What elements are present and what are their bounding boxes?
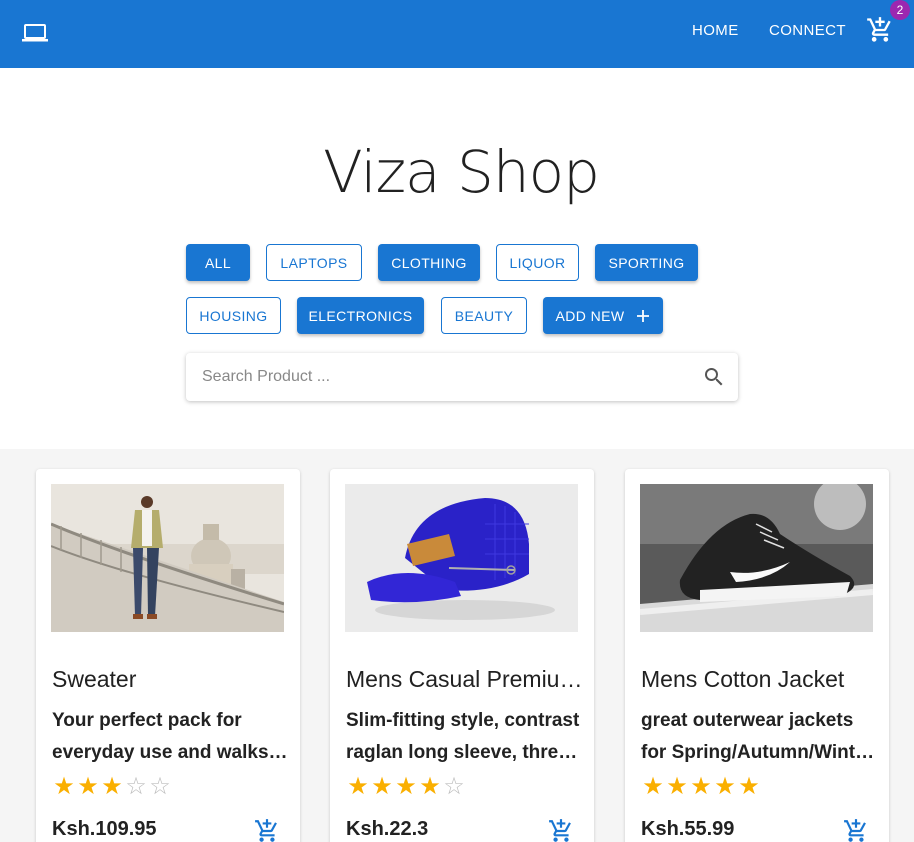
star-empty-icon: ☆	[125, 772, 147, 800]
product-description: great outerwear jackets for Spring/Autum…	[641, 710, 878, 763]
nav-connect-link[interactable]: CONNECT	[769, 22, 846, 40]
cart-button[interactable]	[866, 16, 894, 44]
product-description: Slim-fitting style, contrast raglan long…	[346, 710, 580, 763]
star-filled-icon: ★	[395, 772, 417, 800]
filter-sporting-button[interactable]: SPORTING	[595, 244, 698, 281]
product-image[interactable]	[640, 484, 873, 632]
product-card[interactable]: Mens Cotton Jacket great outerwear jacke…	[625, 469, 889, 842]
product-rating: ★ ★ ★ ★ ★	[641, 773, 761, 799]
cart-count-badge: 2	[890, 0, 910, 20]
add-new-label: ADD NEW	[555, 307, 625, 324]
page-title: Viza Shop	[323, 138, 600, 206]
nav-home-link[interactable]: HOME	[692, 22, 739, 40]
search-icon[interactable]	[702, 365, 726, 389]
filter-housing-button[interactable]: HOUSING	[186, 297, 281, 334]
product-card[interactable]: Sweater Your perfect pack for everyday u…	[36, 469, 300, 842]
product-card[interactable]: Mens Casual Premium Slim Fit T-Shirts Sl…	[330, 469, 594, 842]
add-to-cart-icon[interactable]	[843, 818, 869, 842]
product-image[interactable]	[51, 484, 284, 632]
star-filled-icon: ★	[101, 772, 123, 800]
filter-laptops-button[interactable]: LAPTOPS	[266, 244, 362, 281]
search-bar	[186, 353, 738, 401]
star-filled-icon: ★	[690, 772, 712, 800]
star-filled-icon: ★	[371, 772, 393, 800]
product-description: Your perfect pack for everyday use and w…	[52, 710, 269, 763]
add-new-button[interactable]: ADD NEW	[543, 297, 663, 334]
star-filled-icon: ★	[77, 772, 99, 800]
app-bar: HOME CONNECT 2	[0, 0, 914, 68]
filter-all-button[interactable]: ALL	[186, 244, 250, 281]
star-empty-icon: ☆	[443, 772, 465, 800]
filter-liquor-button[interactable]: LIQUOR	[496, 244, 579, 281]
filter-electronics-button[interactable]: ELECTRONICS	[297, 297, 424, 334]
product-price: Ksh.22.3	[346, 818, 429, 840]
filter-beauty-button[interactable]: BEAUTY	[441, 297, 527, 334]
product-price: Ksh.109.95	[52, 818, 157, 840]
star-empty-icon: ☆	[149, 772, 171, 800]
add-to-cart-icon[interactable]	[548, 818, 574, 842]
product-name: Mens Cotton Jacket	[641, 666, 845, 692]
star-filled-icon: ★	[53, 772, 75, 800]
laptop-icon[interactable]	[20, 18, 50, 48]
product-rating: ★ ★ ★ ☆ ☆	[52, 773, 172, 799]
add-shopping-cart-icon	[867, 17, 891, 42]
plus-icon	[637, 309, 650, 322]
star-filled-icon: ★	[738, 772, 760, 800]
product-name: Sweater	[52, 666, 137, 692]
add-to-cart-icon[interactable]	[254, 818, 280, 842]
product-image[interactable]	[345, 484, 578, 632]
hero-section: Viza Shop ALL LAPTOPS CLOTHING LIQUOR SP…	[0, 68, 914, 449]
search-input[interactable]	[202, 365, 682, 389]
star-filled-icon: ★	[642, 772, 664, 800]
filter-clothing-button[interactable]: CLOTHING	[378, 244, 480, 281]
star-filled-icon: ★	[419, 772, 441, 800]
product-name: Mens Casual Premium Slim Fit T-Shirts	[346, 666, 586, 692]
product-price: Ksh.55.99	[641, 818, 735, 840]
star-filled-icon: ★	[347, 772, 369, 800]
product-rating: ★ ★ ★ ★ ☆	[346, 773, 466, 799]
star-filled-icon: ★	[666, 772, 688, 800]
star-filled-icon: ★	[714, 772, 736, 800]
